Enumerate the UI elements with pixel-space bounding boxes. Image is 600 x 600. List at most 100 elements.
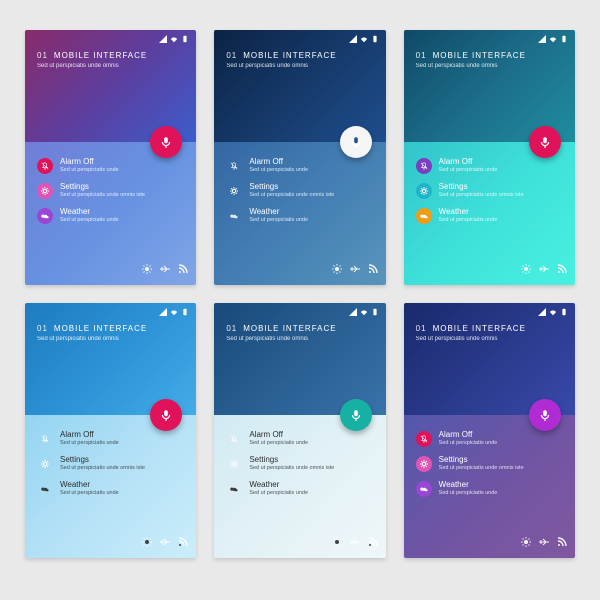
menu-item-0[interactable]: Alarm OffSed ut perspiciatis unde bbox=[226, 158, 373, 174]
menu-list: Alarm OffSed ut perspiciatis unde Setting… bbox=[416, 158, 563, 233]
cloud-icon bbox=[226, 208, 242, 224]
menu-item-1[interactable]: SettingsSed ut perspiciatis unde omnis i… bbox=[226, 456, 373, 472]
signal-icon bbox=[538, 308, 546, 318]
menu-list: Alarm OffSed ut perspiciatis unde Setting… bbox=[226, 158, 373, 233]
quick-toggles bbox=[521, 534, 567, 552]
mic-button[interactable] bbox=[150, 399, 182, 431]
rss-icon[interactable] bbox=[368, 534, 378, 552]
brightness-icon[interactable] bbox=[142, 534, 152, 552]
mic-button[interactable] bbox=[340, 399, 372, 431]
menu-item-2[interactable]: WeatherSed ut perspiciatis unde bbox=[37, 481, 184, 497]
menu-item-sub: Sed ut perspiciatis unde omnis iste bbox=[439, 465, 524, 471]
rss-icon[interactable] bbox=[557, 261, 567, 279]
mic-button[interactable] bbox=[529, 399, 561, 431]
menu-item-1[interactable]: SettingsSed ut perspiciatis unde omnis i… bbox=[37, 456, 184, 472]
menu-item-label: Alarm Off bbox=[249, 158, 308, 167]
menu-list: Alarm OffSed ut perspiciatis unde Setting… bbox=[37, 431, 184, 506]
airplane-icon[interactable] bbox=[160, 534, 170, 552]
menu-item-1[interactable]: SettingsSed ut perspiciatis unde omnis i… bbox=[226, 183, 373, 199]
quick-toggles bbox=[332, 261, 378, 279]
menu-item-2[interactable]: WeatherSed ut perspiciatis unde bbox=[226, 208, 373, 224]
bell-off-icon bbox=[226, 431, 242, 447]
menu-item-2[interactable]: WeatherSed ut perspiciatis unde bbox=[416, 481, 563, 497]
wifi-icon bbox=[170, 35, 178, 45]
menu-item-0[interactable]: Alarm OffSed ut perspiciatis unde bbox=[37, 431, 184, 447]
brightness-icon[interactable] bbox=[332, 261, 342, 279]
menu-item-0[interactable]: Alarm OffSed ut perspiciatis unde bbox=[416, 158, 563, 174]
signal-icon bbox=[159, 308, 167, 318]
rss-icon[interactable] bbox=[368, 261, 378, 279]
page-subtitle: Sed ut perspiciatis unde omnis bbox=[226, 336, 373, 342]
mic-button[interactable] bbox=[340, 126, 372, 158]
gear-icon bbox=[226, 183, 242, 199]
page-subtitle: Sed ut perspiciatis unde omnis bbox=[416, 336, 563, 342]
cloud-icon bbox=[416, 481, 432, 497]
mobile-screen: 01MOBILE INTERFACE Sed ut perspiciatis un… bbox=[214, 30, 385, 285]
mobile-screen: 01MOBILE INTERFACE Sed ut perspiciatis un… bbox=[404, 30, 575, 285]
mobile-screen: 01MOBILE INTERFACESed ut perspiciatis un… bbox=[25, 30, 196, 285]
gear-icon bbox=[226, 456, 242, 472]
mobile-screen: 01MOBILE INTERFACESed ut perspiciatis un… bbox=[25, 303, 196, 558]
menu-item-0[interactable]: Alarm OffSed ut perspiciatis unde bbox=[226, 431, 373, 447]
wifi-icon bbox=[549, 308, 557, 318]
menu-item-2[interactable]: WeatherSed ut perspiciatis unde bbox=[416, 208, 563, 224]
rss-icon[interactable] bbox=[178, 261, 188, 279]
status-bar bbox=[404, 303, 575, 318]
bell-off-icon bbox=[226, 158, 242, 174]
menu-item-label: Weather bbox=[249, 208, 308, 217]
menu-item-1[interactable]: SettingsSed ut perspiciatis unde omnis i… bbox=[416, 456, 563, 472]
mic-button[interactable] bbox=[529, 126, 561, 158]
cloud-icon bbox=[226, 481, 242, 497]
rss-icon[interactable] bbox=[557, 534, 567, 552]
battery-icon bbox=[371, 35, 379, 45]
menu-item-1[interactable]: SettingsSed ut perspiciatis unde omnis i… bbox=[416, 183, 563, 199]
bell-off-icon bbox=[37, 431, 53, 447]
brightness-icon[interactable] bbox=[142, 261, 152, 279]
bell-off-icon bbox=[37, 158, 53, 174]
menu-item-1[interactable]: SettingsSed ut perspiciatis unde omnis i… bbox=[37, 183, 184, 199]
airplane-icon[interactable] bbox=[539, 534, 549, 552]
brightness-icon[interactable] bbox=[521, 261, 531, 279]
mic-button[interactable] bbox=[150, 126, 182, 158]
menu-item-sub: Sed ut perspiciatis unde bbox=[439, 490, 498, 496]
quick-toggles bbox=[142, 261, 188, 279]
signal-icon bbox=[538, 35, 546, 45]
menu-item-sub: Sed ut perspiciatis unde bbox=[249, 167, 308, 173]
airplane-icon[interactable] bbox=[539, 261, 549, 279]
menu-item-label: Settings bbox=[439, 456, 524, 465]
page-title: 01MOBILE INTERFACE bbox=[416, 51, 563, 60]
gear-icon bbox=[37, 456, 53, 472]
battery-icon bbox=[181, 35, 189, 45]
menu-item-label: Settings bbox=[60, 183, 145, 192]
rss-icon[interactable] bbox=[178, 534, 188, 552]
menu-item-sub: Sed ut perspiciatis unde omnis iste bbox=[249, 192, 334, 198]
status-bar bbox=[214, 303, 385, 318]
menu-item-sub: Sed ut perspiciatis unde omnis iste bbox=[439, 192, 524, 198]
menu-item-sub: Sed ut perspiciatis unde bbox=[439, 167, 498, 173]
page-title: 01MOBILE INTERFACE bbox=[226, 51, 373, 60]
menu-item-sub: Sed ut perspiciatis unde omnis iste bbox=[249, 465, 334, 471]
airplane-icon[interactable] bbox=[350, 261, 360, 279]
menu-item-2[interactable]: WeatherSed ut perspiciatis unde bbox=[37, 208, 184, 224]
airplane-icon[interactable] bbox=[350, 534, 360, 552]
brightness-icon[interactable] bbox=[332, 534, 342, 552]
bell-off-icon bbox=[416, 158, 432, 174]
page-subtitle: Sed ut perspiciatis unde omnis bbox=[226, 63, 373, 69]
menu-item-label: Settings bbox=[60, 456, 145, 465]
menu-item-label: Weather bbox=[60, 208, 119, 217]
airplane-icon[interactable] bbox=[160, 261, 170, 279]
brightness-icon[interactable] bbox=[521, 534, 531, 552]
menu-item-2[interactable]: WeatherSed ut perspiciatis unde bbox=[226, 481, 373, 497]
menu-item-label: Alarm Off bbox=[439, 431, 498, 440]
battery-icon bbox=[560, 308, 568, 318]
mobile-screen: 01MOBILE INTERFACE Sed ut perspiciatis un… bbox=[214, 303, 385, 558]
menu-item-label: Settings bbox=[249, 456, 334, 465]
menu-item-0[interactable]: Alarm OffSed ut perspiciatis unde bbox=[416, 431, 563, 447]
menu-item-sub: Sed ut perspiciatis unde omnis iste bbox=[60, 465, 145, 471]
menu-list: Alarm OffSed ut perspiciatis unde Setting… bbox=[226, 431, 373, 506]
signal-icon bbox=[349, 308, 357, 318]
page-title: 01MOBILE INTERFACE bbox=[416, 324, 563, 333]
battery-icon bbox=[371, 308, 379, 318]
page-title: 01MOBILE INTERFACE bbox=[226, 324, 373, 333]
menu-item-0[interactable]: Alarm OffSed ut perspiciatis unde bbox=[37, 158, 184, 174]
